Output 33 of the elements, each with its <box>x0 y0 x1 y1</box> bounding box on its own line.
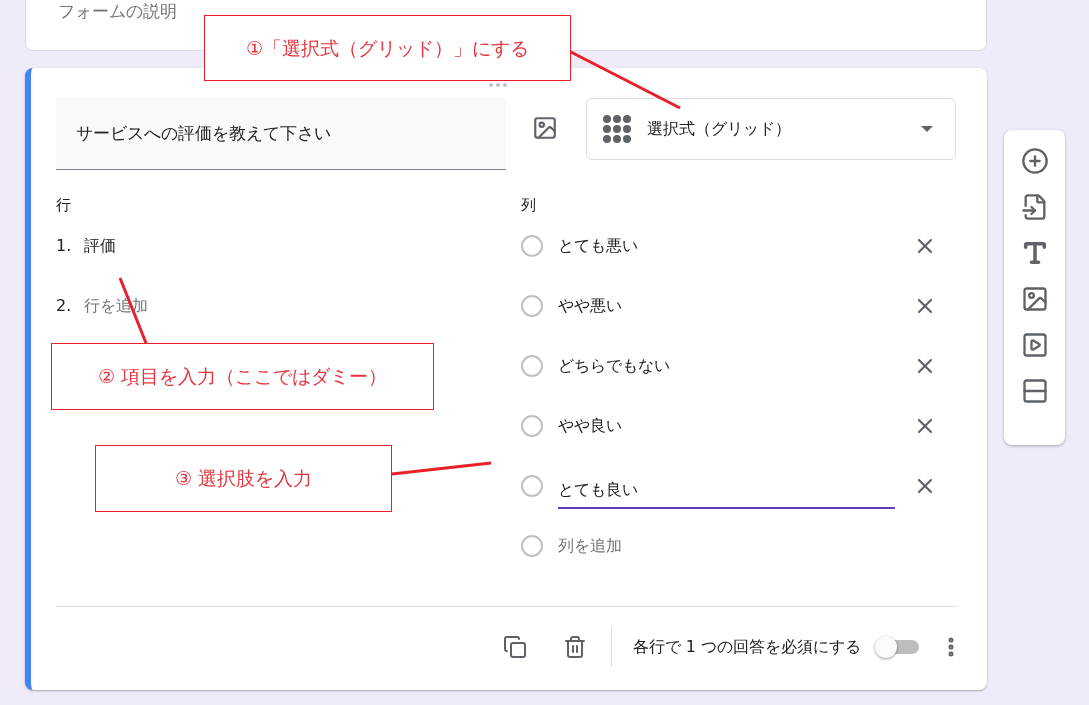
row-field[interactable]: 評価 <box>84 234 116 258</box>
row-number: 1. <box>56 235 73 257</box>
column-field[interactable]: やや良い <box>558 408 895 444</box>
radio-icon <box>521 415 543 437</box>
column-field[interactable]: とても悪い <box>558 228 895 264</box>
require-label: 各行で 1 つの回答を必須にする <box>632 635 861 658</box>
question-title-field[interactable]: サービスへの評価を教えて下さい <box>56 98 506 170</box>
require-toggle[interactable] <box>875 635 921 658</box>
grid-icon <box>603 115 631 143</box>
drag-handle-icon[interactable] <box>487 82 508 88</box>
radio-icon <box>521 355 543 377</box>
annotation-callout: ② 項目を入力（ここではダミー） <box>51 343 434 410</box>
leader-line <box>118 277 148 344</box>
image-icon <box>532 115 558 141</box>
radio-icon <box>521 535 543 557</box>
add-section-button[interactable] <box>1020 377 1049 405</box>
radio-icon <box>521 235 543 257</box>
question-type-dropdown[interactable]: 選択式（グリッド） <box>586 98 956 160</box>
column-field[interactable]: やや悪い <box>558 288 895 324</box>
column-field[interactable]: どちらでもない <box>558 348 895 384</box>
rows-label: 行 <box>56 195 72 216</box>
add-image-button[interactable] <box>1020 285 1049 313</box>
annotation-callout: ①「選択式（グリッド）」にする <box>204 15 571 81</box>
dropdown-caret-icon <box>921 126 933 132</box>
add-video-button[interactable] <box>1020 331 1049 359</box>
row-number: 2. <box>56 295 73 317</box>
columns-label: 列 <box>521 195 537 216</box>
add-question-button[interactable] <box>1020 147 1049 175</box>
annotation-callout: ③ 選択肢を入力 <box>95 445 392 512</box>
radio-icon <box>521 475 543 497</box>
radio-icon <box>521 295 543 317</box>
column-field[interactable]: とても良い <box>558 473 895 509</box>
add-column-field[interactable]: 列を追加 <box>558 528 895 564</box>
